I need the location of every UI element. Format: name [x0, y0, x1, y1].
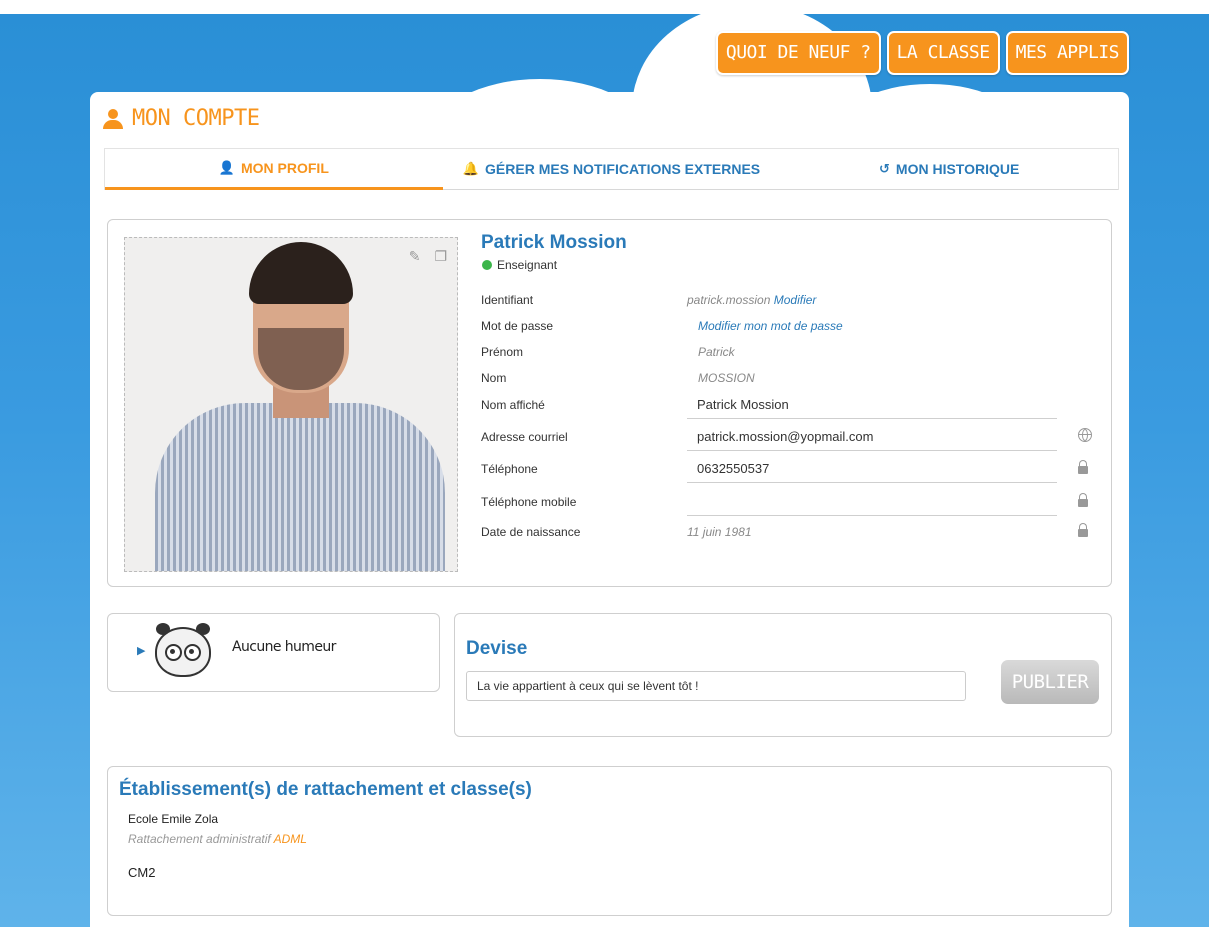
field-value: patrick.mossion Modifier	[687, 293, 816, 307]
field-label: Téléphone	[481, 462, 538, 476]
photo-person-body	[155, 403, 445, 571]
login-value: patrick.mossion	[687, 293, 771, 307]
pencil-icon[interactable]: ✎	[409, 248, 421, 265]
nav-apps-button[interactable]: MES APPLIS	[1005, 31, 1129, 75]
page-title: MON COMPTE	[102, 106, 260, 131]
user-icon	[102, 108, 124, 129]
schools-card: Établissement(s) de rattachement et clas…	[107, 766, 1112, 916]
tab-profile[interactable]: 👤 MON PROFIL	[105, 149, 443, 190]
motto-input[interactable]	[466, 671, 966, 701]
nav-whats-new-button[interactable]: QUOI DE NEUF ?	[715, 31, 881, 75]
photo-person-hair	[249, 242, 353, 304]
lock-icon[interactable]	[1078, 521, 1088, 537]
attachment-label: Rattachement administratif	[128, 832, 271, 846]
field-display-name: Nom affiché	[481, 390, 1101, 424]
field-password: Mot de passe Modifier mon mot de passe	[481, 319, 1101, 345]
school-attachment: Rattachement administratif ADML	[128, 832, 307, 846]
tab-history[interactable]: ↺ MON HISTORIQUE	[780, 149, 1119, 190]
profile-role: Enseignant	[482, 258, 557, 272]
motto-title: Devise	[466, 638, 528, 659]
field-firstname: Prénom Patrick	[481, 345, 1101, 371]
field-label: Nom	[481, 371, 507, 385]
top-navigation: QUOI DE NEUF ? LA CLASSE MES APPLIS	[715, 31, 1129, 75]
phone-input[interactable]	[687, 454, 1057, 483]
tab-label: MON HISTORIQUE	[895, 161, 1020, 177]
tab-bar: 👤 MON PROFIL 🔔 GÉRER MES NOTIFICATIONS E…	[104, 148, 1119, 190]
school-name: Ecole Emile Zola	[128, 812, 219, 826]
adml-link[interactable]: ADML	[274, 832, 307, 846]
profile-card: ✎ ❐ Patrick Mossion Enseignant Identifia…	[107, 219, 1112, 587]
role-label: Enseignant	[497, 258, 558, 272]
globe-icon[interactable]	[1078, 426, 1092, 443]
publish-button[interactable]: PUBLIER	[1001, 660, 1099, 704]
online-status-icon	[482, 260, 492, 270]
field-label: Adresse courriel	[481, 430, 568, 444]
lock-icon[interactable]	[1078, 458, 1088, 474]
main-panel: MON COMPTE 👤 MON PROFIL 🔔 GÉRER MES NOTI…	[90, 92, 1129, 927]
history-icon: ↺	[879, 161, 890, 176]
lock-icon[interactable]	[1078, 491, 1088, 507]
mobile-input[interactable]	[687, 487, 1057, 516]
mood-text: Aucune humeur	[232, 639, 336, 655]
field-login: Identifiant patrick.mossion Modifier	[481, 293, 1101, 319]
modify-password-link[interactable]: Modifier mon mot de passe	[698, 319, 843, 333]
play-arrow-icon: ▶	[137, 645, 146, 657]
modify-login-link[interactable]: Modifier	[774, 293, 817, 307]
panda-mood-icon	[155, 623, 211, 677]
field-phone: Téléphone	[481, 454, 1101, 488]
field-email: Adresse courriel	[481, 422, 1101, 456]
nav-class-button[interactable]: LA CLASSE	[886, 31, 1000, 75]
field-label: Mot de passe	[481, 319, 554, 333]
field-label: Date de naissance	[481, 525, 581, 539]
school-class: CM2	[128, 865, 156, 880]
tab-label: MON PROFIL	[240, 160, 329, 176]
firstname-value: Patrick	[698, 345, 735, 359]
motto-card: Devise PUBLIER	[454, 613, 1112, 737]
field-label: Prénom	[481, 345, 524, 359]
tab-notifications[interactable]: 🔔 GÉRER MES NOTIFICATIONS EXTERNES	[442, 149, 781, 190]
profile-name: Patrick Mossion	[481, 232, 627, 253]
schools-title: Établissement(s) de rattachement et clas…	[119, 779, 532, 800]
field-birthdate: Date de naissance 11 juin 1981	[481, 523, 1101, 551]
page-title-text: MON COMPTE	[132, 106, 260, 131]
photo-tools: ✎ ❐	[409, 248, 447, 265]
display-name-input[interactable]	[687, 390, 1057, 419]
email-input[interactable]	[687, 422, 1057, 451]
user-icon: 👤	[218, 160, 235, 175]
field-label: Téléphone mobile	[481, 495, 577, 509]
birthdate-value: 11 juin 1981	[687, 525, 752, 539]
lastname-value: MOSSION	[698, 371, 755, 385]
tab-label: GÉRER MES NOTIFICATIONS EXTERNES	[485, 161, 761, 177]
field-label: Identifiant	[481, 293, 534, 307]
profile-photo[interactable]: ✎ ❐	[124, 237, 458, 572]
bell-icon: 🔔	[462, 161, 480, 176]
mood-card[interactable]: ▶ Aucune humeur	[107, 613, 440, 692]
field-label: Nom affiché	[481, 398, 545, 412]
field-mobile: Téléphone mobile	[481, 487, 1101, 521]
crop-icon[interactable]: ❐	[434, 248, 447, 265]
